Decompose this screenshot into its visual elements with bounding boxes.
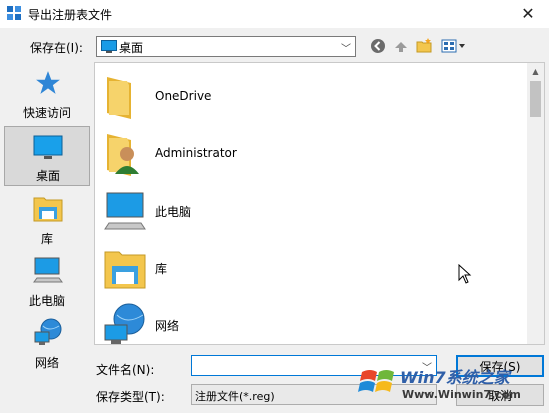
new-folder-button[interactable] [414, 37, 434, 55]
file-list[interactable]: OneDrive Administrator 此电脑 库 网络 ▲ [94, 62, 545, 345]
view-menu-button[interactable] [440, 37, 468, 55]
toolbar: 保存在(I): 桌面 ﹀ [0, 28, 549, 62]
vertical-scrollbar[interactable]: ▲ [527, 63, 544, 344]
new-folder-icon [416, 38, 432, 53]
network-icon [34, 318, 62, 345]
place-this-pc[interactable]: 此电脑 [4, 252, 90, 312]
list-item-this-pc[interactable]: 此电脑 [103, 185, 523, 237]
place-network[interactable]: 网络 [4, 314, 90, 374]
desktop-icon [101, 40, 117, 53]
library-icon [104, 251, 146, 289]
library-icon [33, 197, 63, 222]
window-title: 导出注册表文件 [28, 8, 113, 22]
chevron-down-icon[interactable]: ﹀ [422, 359, 432, 374]
close-icon: ✕ [521, 3, 535, 23]
computer-icon [33, 257, 63, 283]
filetype-select[interactable]: 注册文件(*.reg) ﹀ [191, 384, 437, 405]
place-label: 快速访问 [22, 106, 71, 120]
file-name: 网络 [155, 319, 180, 333]
view-menu-icon [441, 39, 465, 53]
file-name: 此电脑 [155, 205, 192, 219]
place-label: 网络 [34, 356, 59, 370]
place-desktop[interactable]: 桌面 [4, 126, 90, 186]
list-item-onedrive[interactable]: OneDrive [103, 71, 523, 123]
filetype-value: 注册文件(*.reg) [195, 390, 275, 403]
place-quick-access[interactable]: 快速访问 [4, 64, 90, 124]
save-in-label: 保存在(I): [30, 41, 83, 55]
save-button[interactable]: 保存(S) [456, 355, 544, 377]
scroll-thumb[interactable] [530, 81, 541, 117]
filename-label: 文件名(N): [96, 363, 155, 377]
list-item-network[interactable]: 网络 [103, 299, 523, 351]
user-folder-icon [107, 134, 139, 176]
up-folder-button[interactable] [391, 37, 411, 55]
back-icon [371, 39, 385, 53]
computer-icon [104, 192, 146, 230]
location-value: 桌面 [119, 41, 144, 55]
location-dropdown[interactable]: 桌面 ﹀ [96, 36, 356, 57]
back-button[interactable] [368, 37, 388, 55]
file-name: OneDrive [155, 89, 212, 103]
desktop-icon [33, 135, 63, 159]
up-folder-icon [395, 42, 407, 52]
network-icon [104, 303, 145, 344]
filename-input[interactable]: ﹀ [191, 355, 437, 376]
folder-icon [107, 77, 131, 119]
regedit-icon [7, 6, 21, 20]
file-name: Administrator [155, 146, 237, 160]
chevron-down-icon: ﹀ [341, 44, 351, 55]
title-bar: 导出注册表文件 ✕ [0, 0, 549, 28]
cursor-icon [458, 264, 472, 284]
close-button[interactable]: ✕ [513, 0, 543, 26]
place-label: 库 [40, 232, 53, 246]
scroll-up-button[interactable]: ▲ [527, 63, 544, 80]
place-label: 此电脑 [28, 294, 65, 308]
filetype-label: 保存类型(T): [96, 390, 165, 404]
place-label: 桌面 [35, 169, 60, 183]
list-item-administrator[interactable]: Administrator [103, 128, 523, 180]
chevron-down-icon: ﹀ [422, 392, 432, 403]
file-name: 库 [155, 262, 168, 276]
places-bar: 快速访问 桌面 库 此电脑 网络 [2, 62, 92, 372]
place-library[interactable]: 库 [4, 190, 90, 250]
star-icon [36, 71, 60, 94]
cancel-button[interactable]: 取消 [456, 384, 544, 406]
